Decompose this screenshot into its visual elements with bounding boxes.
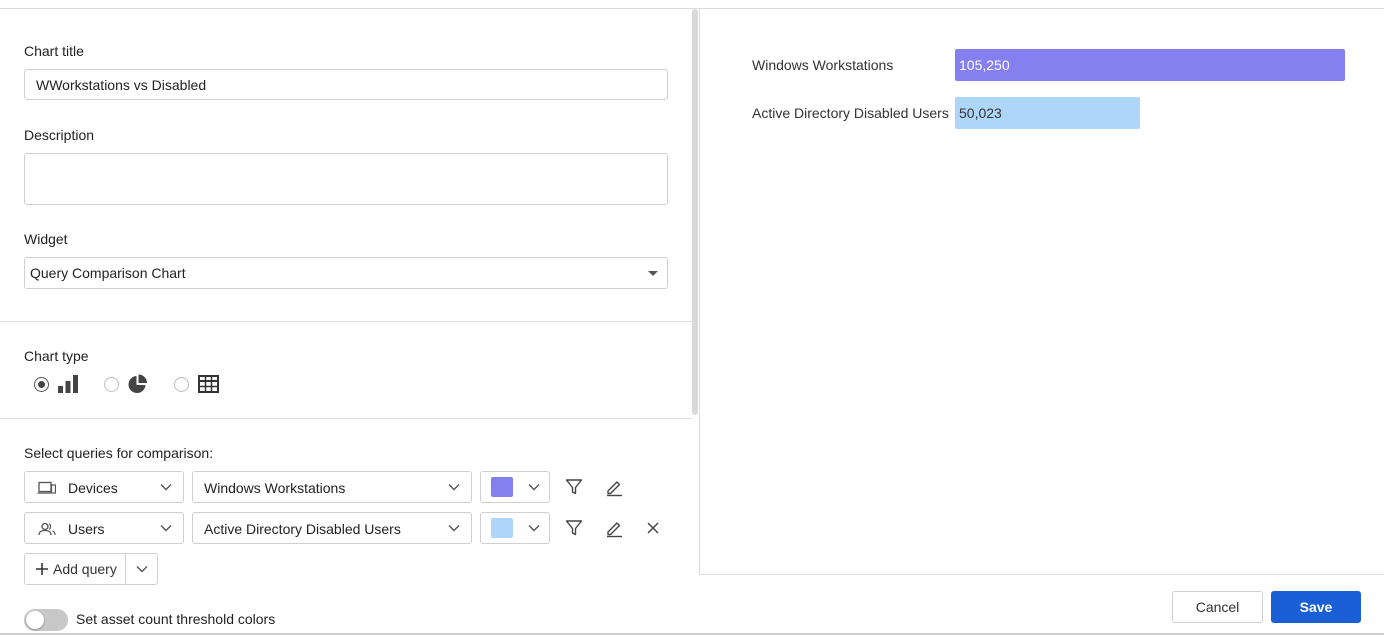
section-divider <box>0 418 692 419</box>
add-query-button[interactable]: Add query <box>25 554 125 584</box>
bar-chart-icon[interactable] <box>57 374 79 394</box>
plus-icon <box>36 563 48 575</box>
edit-icon[interactable] <box>604 477 624 497</box>
add-query-label: Add query <box>53 561 117 577</box>
chevron-down-icon <box>160 525 172 532</box>
close-icon[interactable] <box>643 518 663 538</box>
threshold-toggle-label: Set asset count threshold colors <box>76 611 276 627</box>
color-picker[interactable] <box>480 471 550 503</box>
query-select[interactable]: Windows Workstations <box>192 471 472 503</box>
chart-title-value: WWorkstations vs Disabled <box>36 77 207 93</box>
table-icon[interactable] <box>198 375 219 393</box>
add-query-split-button: Add query <box>24 553 158 585</box>
chart-type-table-radio[interactable] <box>174 377 189 392</box>
description-input[interactable] <box>24 153 668 205</box>
chevron-down-icon <box>160 484 172 491</box>
bar-value: 105,250 <box>959 57 1010 73</box>
bar: 50,023 <box>955 97 1140 129</box>
chart-type-bar-radio[interactable] <box>34 377 49 392</box>
cancel-button[interactable]: Cancel <box>1172 591 1263 623</box>
toggle-knob <box>26 611 44 629</box>
caret-down-icon <box>648 271 658 276</box>
bar-label: Windows Workstations <box>752 57 894 73</box>
threshold-toggle[interactable] <box>24 609 68 631</box>
entity-value: Users <box>68 521 105 537</box>
users-icon <box>38 522 56 536</box>
filter-icon[interactable] <box>564 477 584 497</box>
save-button[interactable]: Save <box>1271 591 1361 623</box>
add-query-menu-button[interactable] <box>126 554 157 584</box>
widget-value: Query Comparison Chart <box>30 265 186 281</box>
entity-select[interactable]: Users <box>24 512 184 544</box>
pie-chart-icon[interactable] <box>127 374 149 394</box>
entity-value: Devices <box>68 480 118 496</box>
widget-label: Widget <box>24 231 68 247</box>
chevron-down-icon <box>528 484 540 491</box>
bar: 105,250 <box>955 49 1345 81</box>
color-picker[interactable] <box>480 512 550 544</box>
chart-type-label: Chart type <box>24 348 89 364</box>
edit-icon[interactable] <box>604 518 624 538</box>
widget-select[interactable]: Query Comparison Chart <box>24 257 668 289</box>
bar-value: 50,023 <box>959 105 1002 121</box>
query-select[interactable]: Active Directory Disabled Users <box>192 512 472 544</box>
chevron-down-icon <box>448 484 460 491</box>
queries-label: Select queries for comparison: <box>24 445 214 461</box>
chevron-down-icon <box>136 566 148 573</box>
chevron-down-icon <box>528 525 540 532</box>
query-value: Active Directory Disabled Users <box>204 521 401 537</box>
footer-divider <box>699 574 1384 575</box>
entity-select[interactable]: Devices <box>24 471 184 503</box>
scrollbar[interactable] <box>692 9 698 415</box>
chart-type-pie-radio[interactable] <box>104 377 119 392</box>
bar-label: Active Directory Disabled Users <box>752 105 949 121</box>
chart-title-label: Chart title <box>24 43 84 59</box>
color-swatch <box>491 518 513 538</box>
panel-divider <box>699 9 700 575</box>
description-label: Description <box>24 127 95 143</box>
chevron-down-icon <box>448 525 460 532</box>
filter-icon[interactable] <box>564 518 584 538</box>
devices-icon <box>37 481 56 494</box>
color-swatch <box>491 477 513 497</box>
chart-title-input[interactable]: WWorkstations vs Disabled <box>24 69 668 100</box>
section-divider <box>0 321 692 322</box>
query-value: Windows Workstations <box>204 480 346 496</box>
